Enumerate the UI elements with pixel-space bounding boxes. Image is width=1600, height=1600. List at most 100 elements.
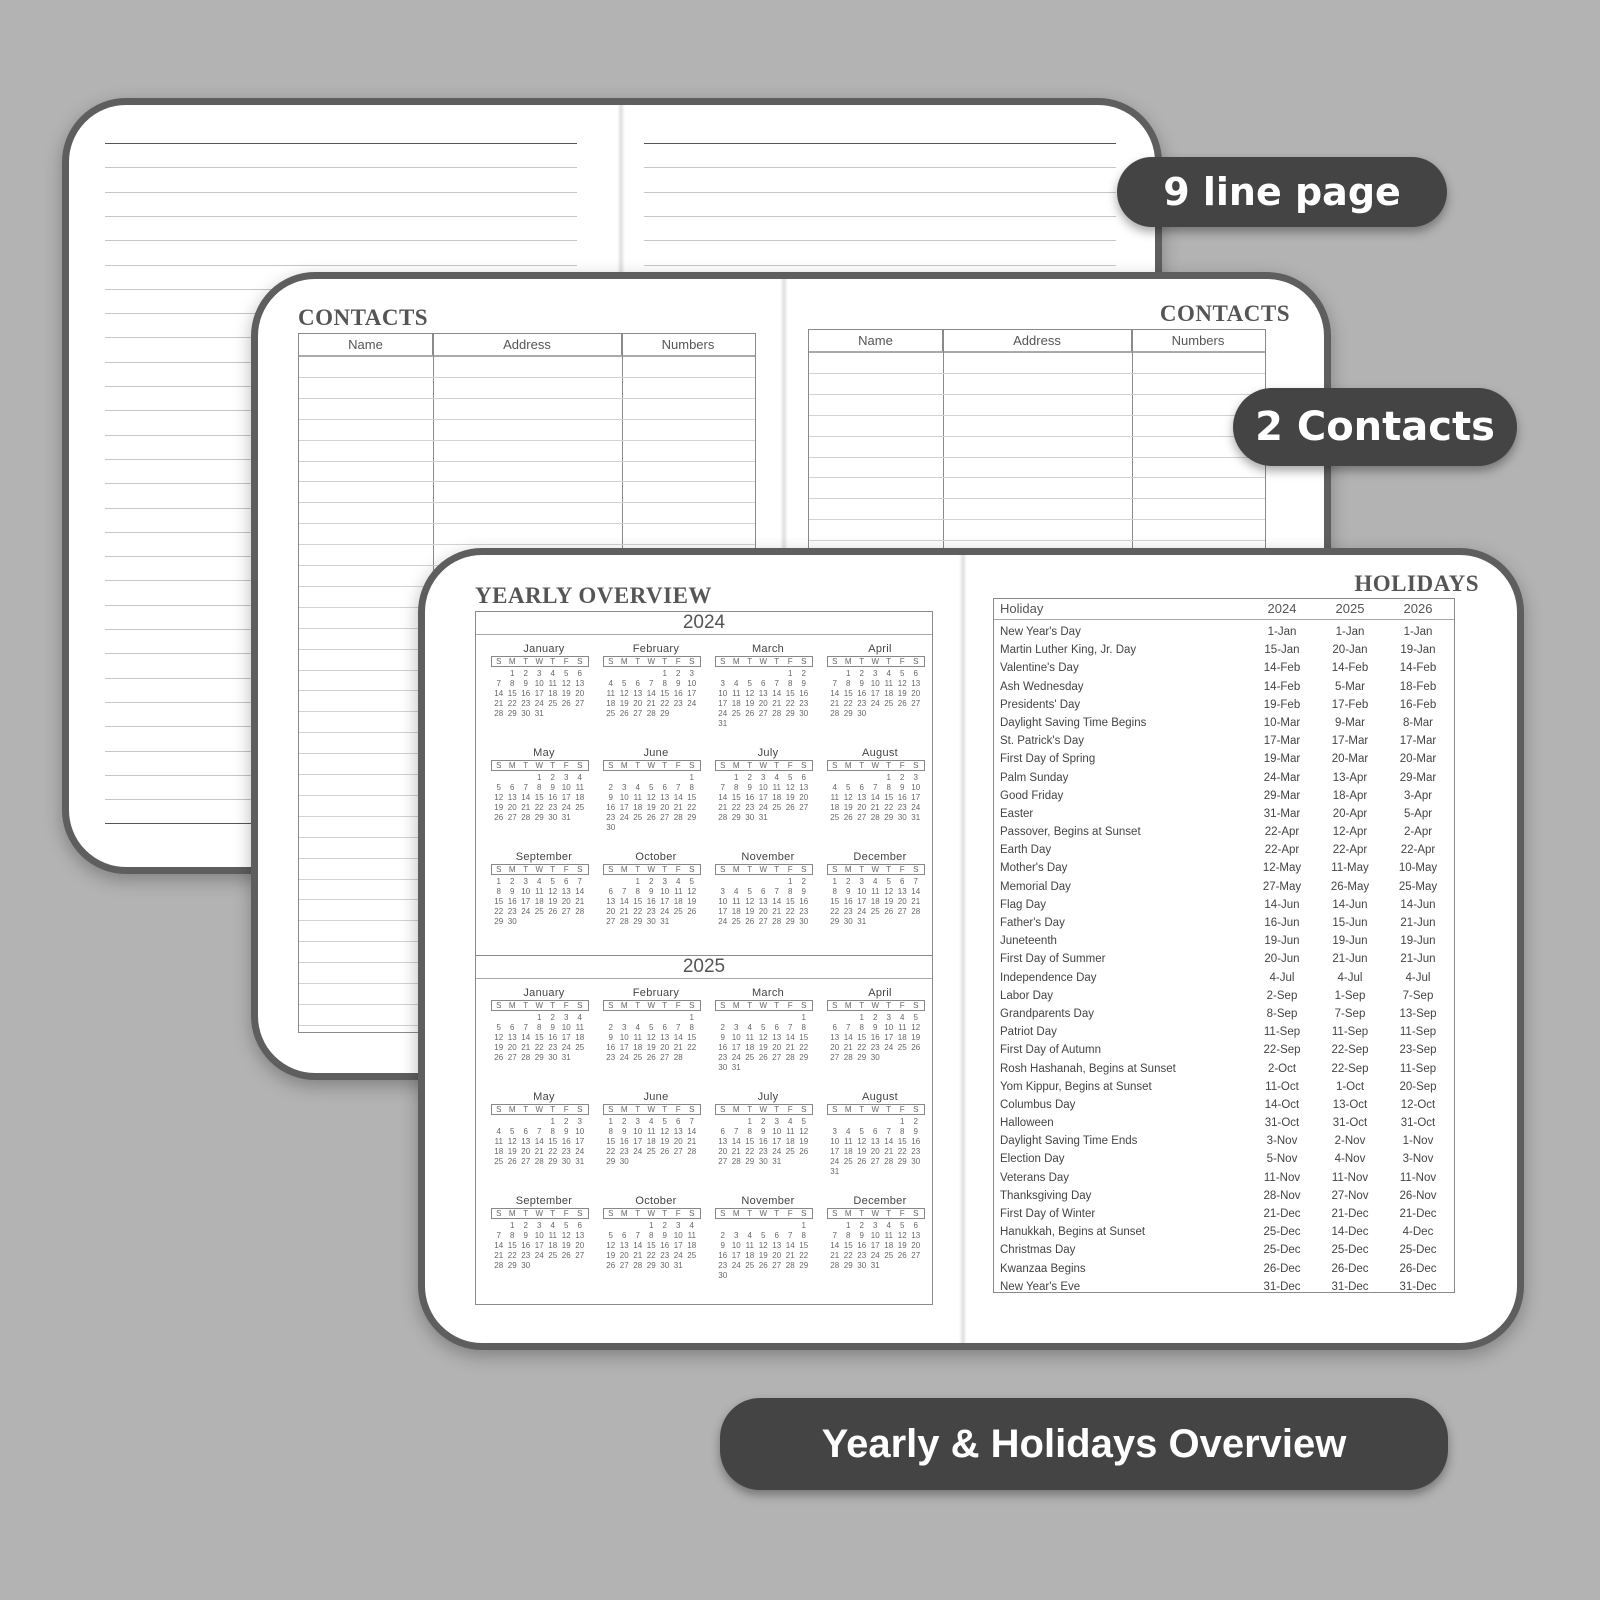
contacts-entry-row[interactable]: [809, 393, 1265, 395]
day-grid: 1 2 3 4 5 6 7 8 9 10 11 12 13 14 15 16 17 18 19 20 21 22 23 24 2…: [604, 669, 700, 718]
day-number: 7: [496, 679, 501, 688]
day-number: 1: [859, 1013, 864, 1022]
holiday-date: 7-Sep: [1334, 1007, 1366, 1020]
holiday-row: Rosh Hashanah, Begins at Sunset 2-Oct 22-S…: [994, 1060, 1454, 1078]
weekday-label: F: [563, 761, 569, 770]
contacts-entry-row[interactable]: [299, 481, 755, 483]
day-number: 1: [801, 1013, 806, 1022]
holiday-date: 15-Jun: [1332, 917, 1368, 929]
day-number: 2: [622, 1117, 627, 1126]
weekday-label: T: [747, 761, 753, 770]
weekday-label: W: [871, 761, 880, 770]
holiday-name: Yom Kippur, Begins at Sunset: [1000, 1080, 1152, 1093]
weekday-label: S: [801, 761, 807, 770]
day-number: 22: [857, 1043, 867, 1052]
weekday-header: SMTWTFS: [603, 760, 701, 771]
contacts-entry-row[interactable]: [809, 540, 1265, 542]
day-number: 11: [575, 783, 584, 792]
day-number: 17: [534, 1241, 544, 1250]
day-number: 23: [870, 1043, 880, 1052]
day-number: 5: [900, 1221, 905, 1230]
day-number: 25: [633, 813, 643, 822]
day-number: 23: [758, 1147, 768, 1156]
day-number: 4: [577, 1013, 582, 1022]
contacts-entry-row[interactable]: [809, 435, 1265, 437]
contacts-entry-row[interactable]: [299, 376, 755, 378]
contacts-entry-row[interactable]: [809, 477, 1265, 479]
blank-day: [730, 877, 744, 886]
day-number: 19: [646, 803, 656, 812]
holiday-name: Earth Day: [1000, 844, 1052, 857]
day-number: 30: [548, 813, 558, 822]
day-number: 13: [857, 793, 867, 802]
contacts-entry-row[interactable]: [809, 456, 1265, 458]
day-number: 27: [575, 699, 585, 708]
day-number: 16: [857, 1241, 867, 1250]
day-number: 6: [676, 1117, 681, 1126]
contacts-entry-row[interactable]: [299, 397, 755, 399]
holiday-date: 21-Jun: [1400, 953, 1436, 966]
ruled-line: [644, 143, 1116, 144]
day-number: 11: [535, 887, 544, 896]
weekday-label: T: [747, 1105, 753, 1114]
yearly-holidays-notebook-spread: YEARLY OVERVIEW 2024 January S M T W T F S 1 2 3 4 5 6…: [418, 548, 1524, 1350]
day-number: 22: [843, 699, 853, 708]
day-number: 13: [772, 1033, 782, 1042]
day-number: 5: [761, 1231, 766, 1240]
day-number: 5: [662, 1117, 667, 1126]
day-number: 4: [846, 1127, 851, 1136]
holiday-date: 5-Mar: [1334, 680, 1366, 693]
contacts-entry-row[interactable]: [299, 439, 755, 441]
day-number: 16: [548, 1033, 558, 1042]
day-number: 14: [830, 1241, 840, 1250]
day-number: 2: [662, 1221, 667, 1230]
day-number: 21: [843, 1043, 853, 1052]
contacts-entry-row[interactable]: [299, 460, 755, 462]
holiday-name: St. Patrick's Day: [1000, 735, 1084, 748]
day-number: 4: [537, 877, 542, 886]
blank-day: [828, 1221, 842, 1230]
months-grid: January S M T W T F S 1 2 3 4 5 6 7 8 9 10 11 12 13 14 15 16 17 1…: [476, 979, 932, 1299]
contacts-entry-row[interactable]: [299, 502, 755, 504]
day-number: 23: [857, 699, 867, 708]
day-number: 20: [633, 699, 643, 708]
holiday-date: 4-Dec: [1402, 1226, 1434, 1239]
contacts-entry-row[interactable]: [299, 544, 755, 546]
weekday-label: M: [732, 1209, 740, 1218]
day-number: 8: [788, 679, 793, 688]
day-number: 3: [564, 1013, 569, 1022]
notebook-spine: [959, 555, 967, 1343]
contacts-entry-row[interactable]: [809, 519, 1265, 521]
holiday-name: New Year's Eve: [1000, 1280, 1081, 1293]
day-number: 21: [772, 907, 782, 916]
contacts-entry-row[interactable]: [809, 372, 1265, 374]
day-number: 27: [606, 917, 616, 926]
day-number: 23: [857, 1251, 867, 1260]
contacts-entry-row[interactable]: [299, 418, 755, 420]
day-number: 2: [720, 1231, 725, 1240]
holiday-row: Halloween 31-Oct 31-Oct 31-Oct: [994, 1114, 1454, 1132]
day-number: 17: [660, 897, 670, 906]
day-number: 4: [635, 783, 640, 792]
weekday-label: M: [844, 657, 852, 666]
day-number: 13: [897, 887, 907, 896]
day-number: 20: [857, 803, 867, 812]
contacts-entry-row[interactable]: [809, 498, 1265, 500]
holiday-name: Mother's Day: [1000, 862, 1068, 875]
holiday-name: Election Day: [1000, 1153, 1065, 1166]
contacts-column-header: Numbers: [661, 337, 715, 352]
day-number: 4: [689, 1221, 694, 1230]
day-number: 28: [772, 917, 782, 926]
contacts-entry-row[interactable]: [299, 523, 755, 525]
day-number: 10: [731, 1033, 741, 1042]
weekday-header: SMTWTFS: [715, 760, 813, 771]
day-number: 3: [577, 1117, 582, 1126]
day-number: 5: [913, 1013, 918, 1022]
weekday-label: T: [523, 1001, 529, 1010]
day-number: 12: [758, 1241, 768, 1250]
day-number: 31: [718, 719, 728, 728]
day-number: 17: [731, 1043, 741, 1052]
day-number: 21: [619, 907, 629, 916]
day-grid: 1 2 3 4 5 6 7 8 9 10 11 12 13 14 15 16 17 18 19 20 21 22 23 24 2…: [828, 1013, 924, 1062]
contacts-entry-row[interactable]: [809, 414, 1265, 416]
